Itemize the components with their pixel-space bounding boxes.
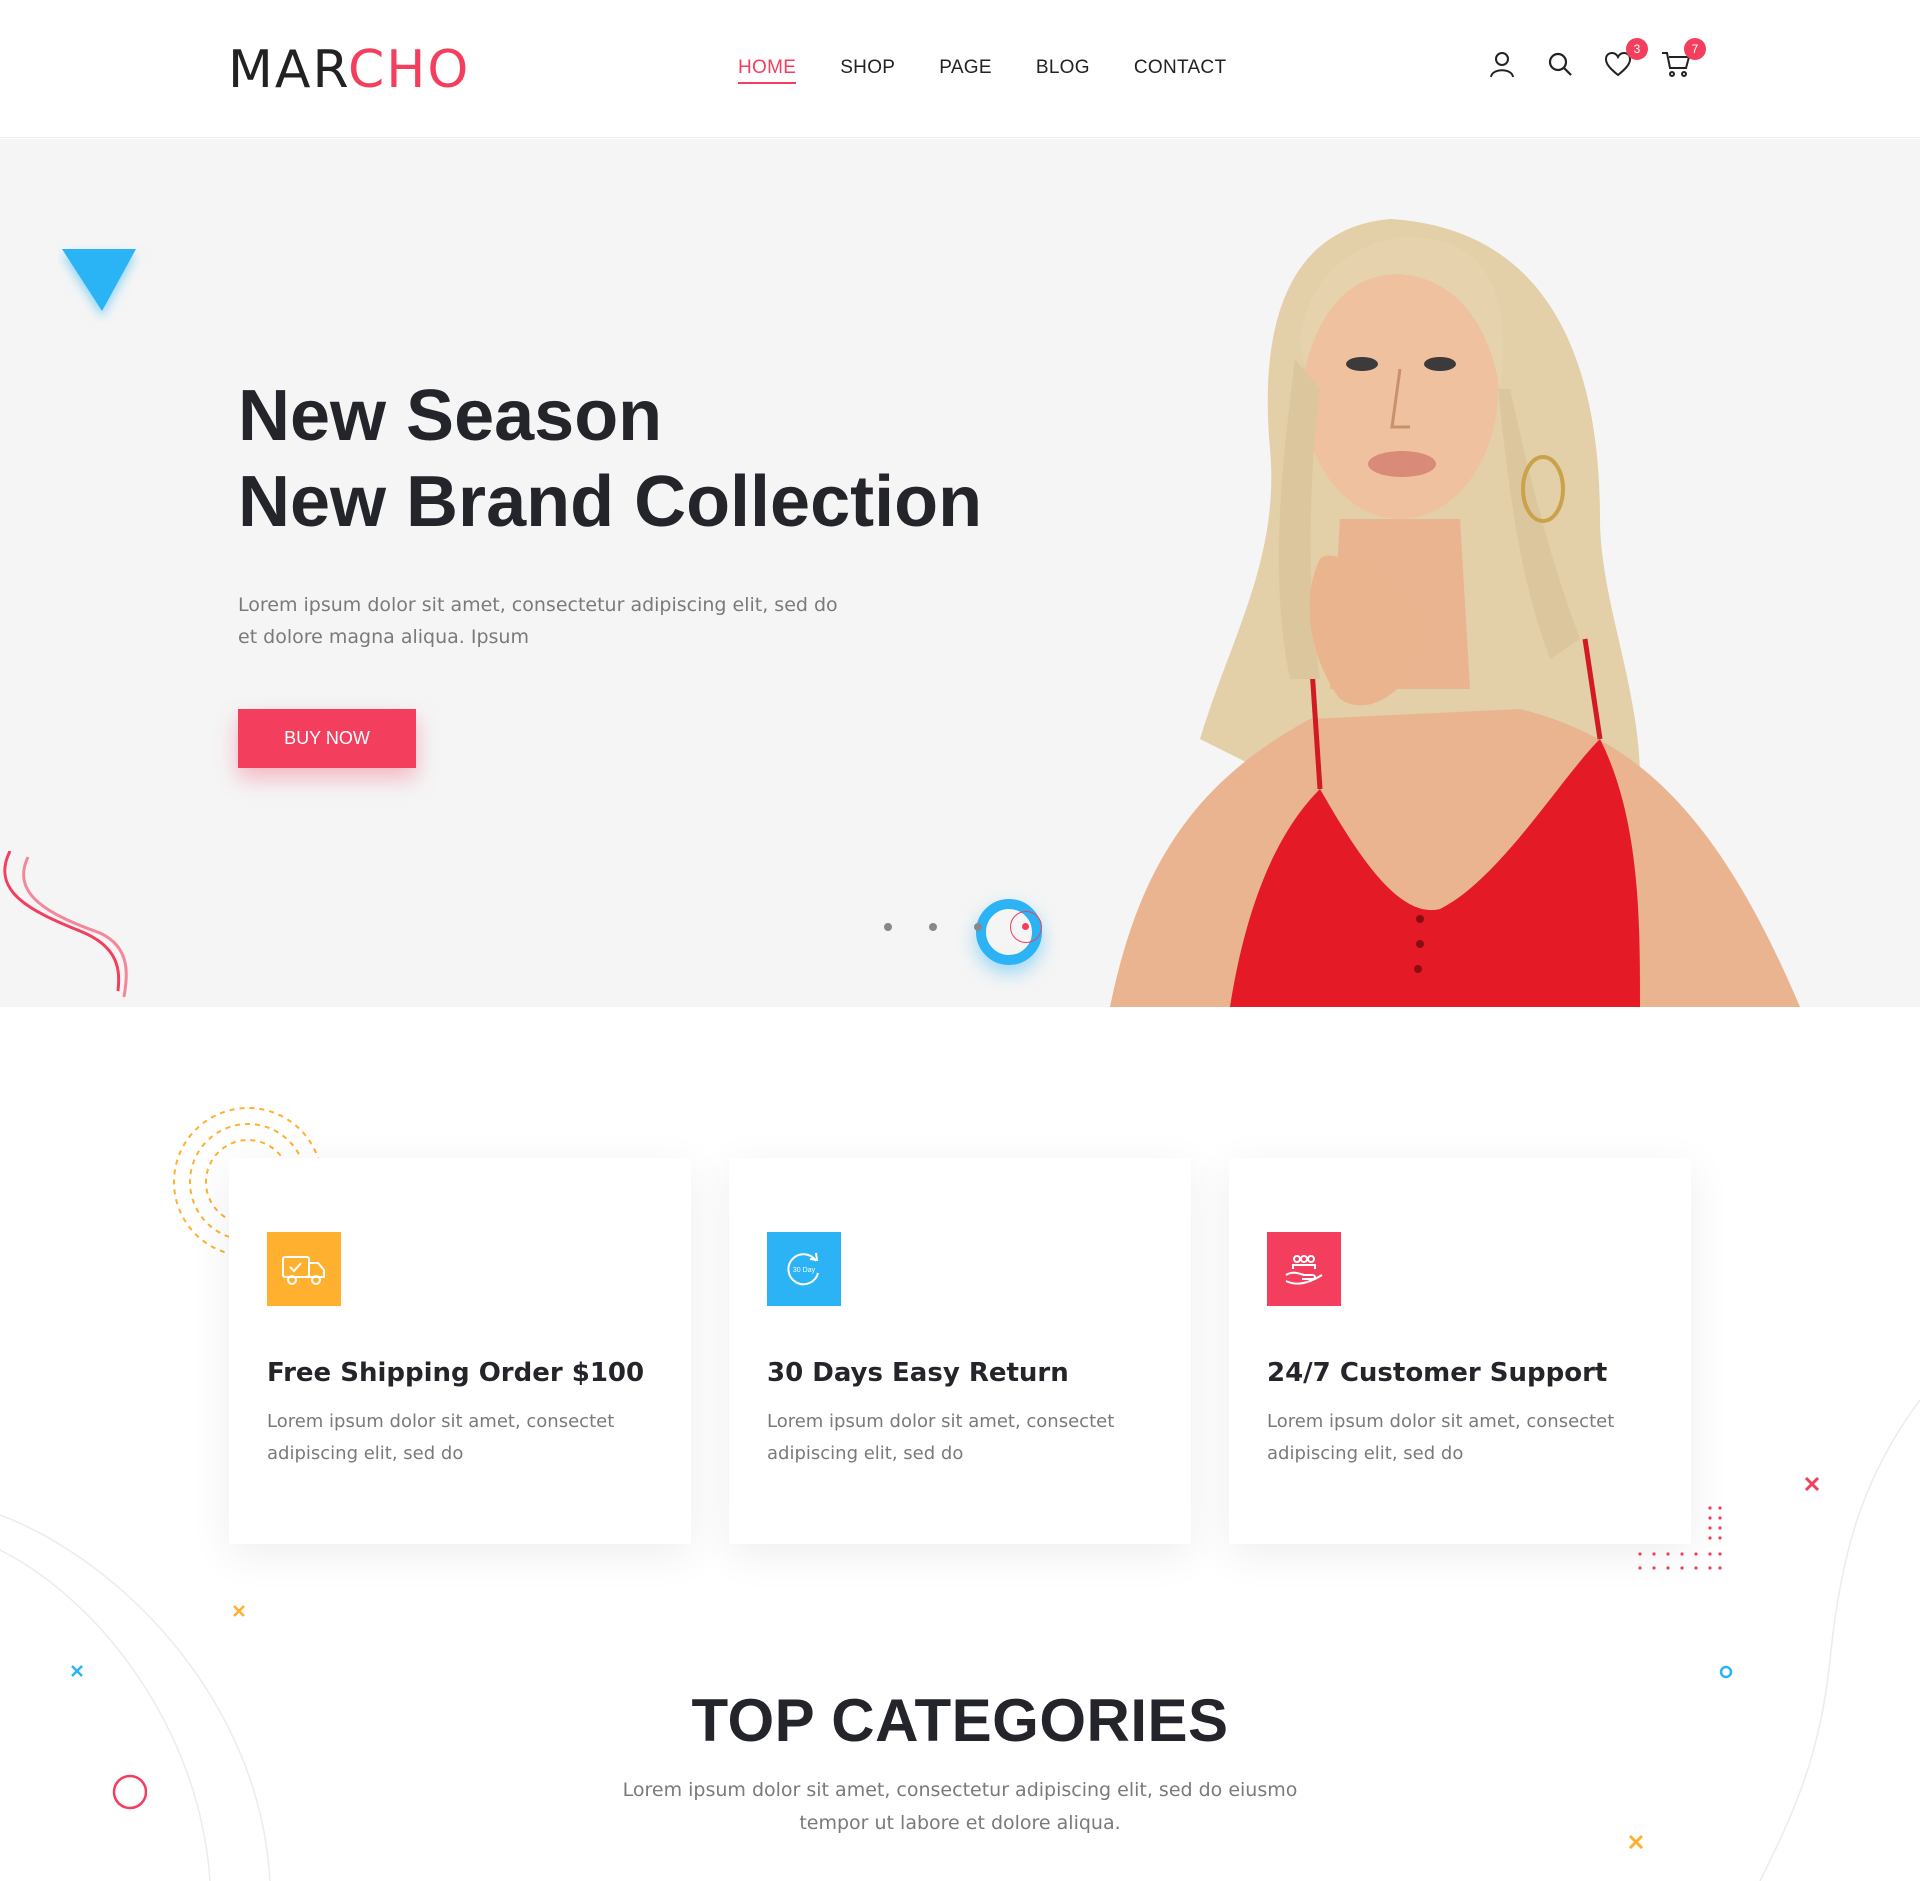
nav-page[interactable]: PAGE — [939, 56, 992, 84]
site-header: MARCHO HOME SHOP PAGE BLOG CONTACT 3 7 — [0, 0, 1920, 138]
wave-decoration — [3, 851, 128, 998]
hero-title-line1: New Season — [238, 376, 663, 456]
slider-dot-2[interactable] — [929, 923, 937, 931]
hero-slider: New Season New Brand Collection Lorem ip… — [0, 139, 1920, 1007]
slider-dots — [884, 911, 1042, 943]
search-button[interactable] — [1544, 48, 1576, 80]
feature-title: Free Shipping Order $100 — [267, 1358, 645, 1388]
feature-icon-box — [1267, 1232, 1341, 1306]
nav-home[interactable]: HOME — [738, 56, 797, 84]
slider-dot-1[interactable] — [884, 923, 892, 931]
brand-logo[interactable]: MARCHO — [228, 38, 470, 102]
support-icon — [1285, 1255, 1323, 1285]
wishlist-button[interactable]: 3 — [1602, 38, 1648, 80]
return-icon: 30 Day — [787, 1252, 819, 1286]
search-icon — [1548, 52, 1572, 76]
return-icon-label: 30 Day — [793, 1267, 816, 1274]
slider-dot-3[interactable] — [974, 923, 982, 931]
account-button[interactable] — [1486, 48, 1518, 80]
nav-blog[interactable]: BLOG — [1036, 56, 1090, 84]
user-icon — [1490, 52, 1514, 78]
feature-icon-box: 30 Day — [767, 1232, 841, 1306]
buy-now-button[interactable]: BUY NOW — [238, 709, 416, 768]
slider-dot-4[interactable] — [1010, 911, 1042, 943]
triangle-decoration — [62, 249, 136, 311]
wishlist-count-badge: 3 — [1626, 38, 1648, 60]
nav-shop[interactable]: SHOP — [840, 56, 895, 84]
truck-icon — [282, 1256, 325, 1285]
model-image — [1110, 219, 1800, 1007]
main-nav: HOME SHOP PAGE BLOG CONTACT — [738, 56, 1270, 84]
logo-text-dark: MAR — [228, 40, 348, 100]
logo-text-accent: CHO — [347, 40, 471, 100]
feature-title: 30 Days Easy Return — [767, 1358, 1069, 1388]
hero-title-line2: New Brand Collection — [238, 462, 983, 542]
hero-description: Lorem ipsum dolor sit amet, consectetur … — [238, 594, 838, 648]
nav-contact[interactable]: CONTACT — [1134, 56, 1227, 84]
section-title: TOP CATEGORIES — [691, 1687, 1229, 1754]
header-actions: 3 7 — [1486, 38, 1706, 80]
hero-title: New Season New Brand Collection — [238, 373, 982, 545]
section-description: Lorem ipsum dolor sit amet, consectetur … — [622, 1779, 1298, 1834]
cart-button[interactable]: 7 — [1660, 38, 1706, 80]
feature-title: 24/7 Customer Support — [1267, 1358, 1608, 1388]
feature-icon-box — [267, 1232, 341, 1306]
cart-count-badge: 7 — [1684, 38, 1706, 60]
